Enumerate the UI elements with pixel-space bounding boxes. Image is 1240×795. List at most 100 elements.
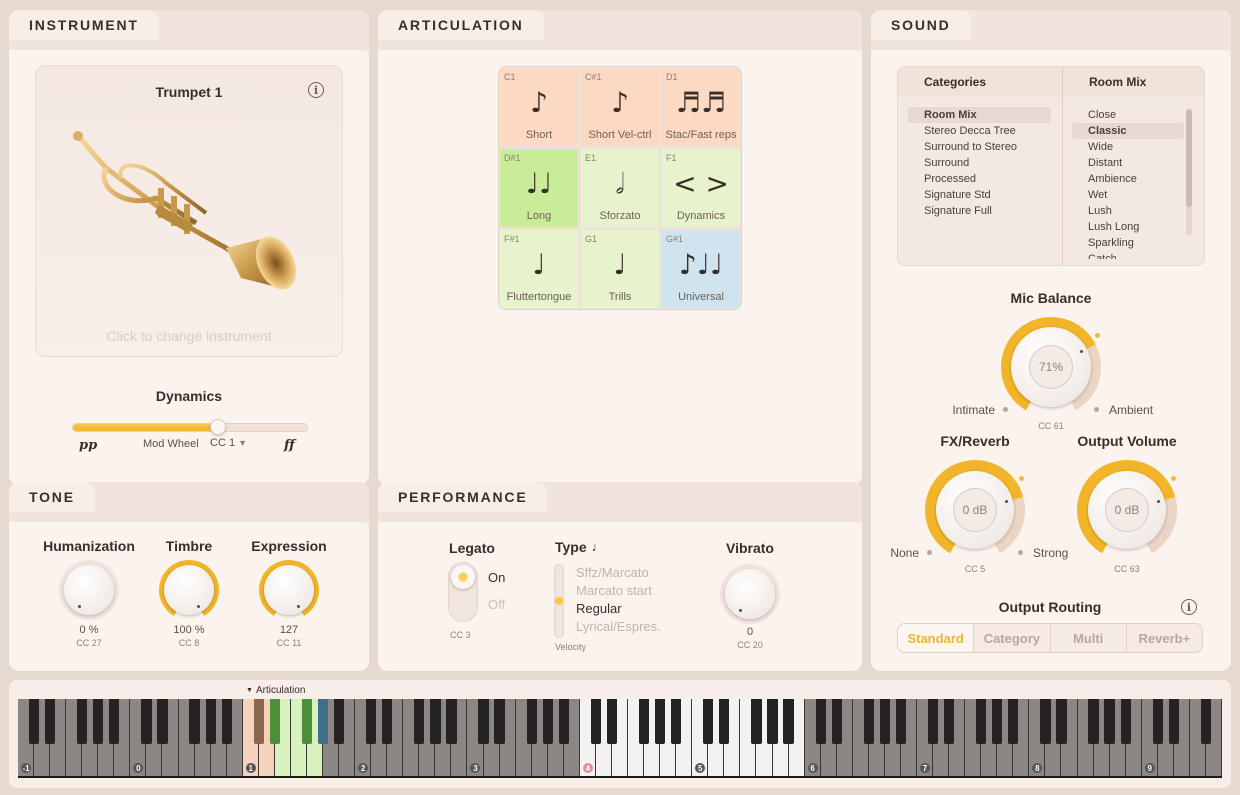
- black-key[interactable]: [1152, 699, 1163, 744]
- black-key[interactable]: [654, 699, 666, 744]
- tone-knob[interactable]: [259, 560, 319, 620]
- black-key[interactable]: [93, 699, 104, 744]
- room-mix-item[interactable]: Lush: [1072, 203, 1184, 219]
- category-item[interactable]: Processed: [908, 171, 1051, 187]
- change-instrument-hint[interactable]: Click to change instrument: [36, 328, 342, 344]
- dynamics-slider[interactable]: [72, 423, 308, 432]
- black-key[interactable]: [157, 699, 168, 744]
- articulation-cell[interactable]: F#1 ♩ Fluttertongue: [499, 229, 579, 309]
- category-item[interactable]: Room Mix: [908, 107, 1051, 123]
- room-mix-scroll-thumb[interactable]: [1186, 109, 1192, 207]
- black-key[interactable]: [478, 699, 489, 744]
- black-key[interactable]: [44, 699, 56, 744]
- legato-toggle[interactable]: [448, 562, 478, 622]
- articulation-cell[interactable]: F1 < > Dynamics: [661, 148, 741, 228]
- room-mix-item[interactable]: Sparkling: [1072, 235, 1184, 251]
- black-key[interactable]: [1200, 699, 1212, 744]
- black-key[interactable]: [526, 699, 537, 744]
- black-key[interactable]: [703, 699, 714, 744]
- black-key[interactable]: [494, 699, 505, 744]
- info-icon[interactable]: i: [308, 82, 324, 98]
- room-mix-item[interactable]: Catch: [1072, 251, 1184, 259]
- black-key[interactable]: [606, 699, 618, 744]
- black-key[interactable]: [317, 699, 329, 744]
- black-key[interactable]: [1168, 699, 1179, 744]
- black-key[interactable]: [189, 699, 200, 744]
- legato-off-label[interactable]: Off: [488, 597, 505, 612]
- articulation-cell[interactable]: C#1 ♪ Short Vel-ctrl: [580, 67, 660, 147]
- black-key[interactable]: [671, 699, 682, 744]
- black-key[interactable]: [976, 699, 987, 744]
- black-key[interactable]: [430, 699, 441, 744]
- routing-option[interactable]: Reverb+: [1127, 624, 1202, 652]
- piano-keyboard[interactable]: -1 0 1 2 3 4 5 6 7 8 9: [18, 699, 1222, 778]
- room-mix-item[interactable]: Close: [1072, 107, 1184, 123]
- articulation-cell[interactable]: C1 ♪ Short: [499, 67, 579, 147]
- room-mix-item[interactable]: Wide: [1072, 139, 1184, 155]
- black-key[interactable]: [1088, 699, 1099, 744]
- legato-on-label[interactable]: On: [488, 570, 505, 585]
- type-option[interactable]: Marcato start: [576, 582, 661, 600]
- black-key[interactable]: [767, 699, 778, 744]
- black-key[interactable]: [1104, 699, 1115, 744]
- routing-option[interactable]: Standard: [898, 624, 975, 652]
- category-item[interactable]: Signature Full: [908, 203, 1051, 219]
- black-key[interactable]: [382, 699, 393, 744]
- articulation-cell[interactable]: D#1 ♩♩ Long: [499, 148, 579, 228]
- black-key[interactable]: [863, 699, 874, 744]
- black-key[interactable]: [141, 699, 152, 744]
- type-option[interactable]: Lyrical/Espres.: [576, 618, 661, 636]
- articulation-cell[interactable]: E1 𝅗𝅥 Sforzato: [580, 148, 660, 228]
- black-key[interactable]: [205, 699, 216, 744]
- room-mix-item[interactable]: Ambience: [1072, 171, 1184, 187]
- routing-option[interactable]: Category: [974, 624, 1051, 652]
- black-key[interactable]: [414, 699, 425, 744]
- tone-knob[interactable]: [159, 560, 219, 620]
- black-key[interactable]: [333, 699, 345, 744]
- black-key[interactable]: [366, 699, 377, 744]
- room-mix-item[interactable]: Wet: [1072, 187, 1184, 203]
- room-mix-item[interactable]: Distant: [1072, 155, 1184, 171]
- category-item[interactable]: Surround: [908, 155, 1051, 171]
- articulation-cell[interactable]: G1 ♩ Trills: [580, 229, 660, 309]
- type-option[interactable]: Regular: [576, 600, 661, 618]
- black-key[interactable]: [1040, 699, 1051, 744]
- black-key[interactable]: [638, 699, 650, 744]
- black-key[interactable]: [77, 699, 88, 744]
- black-key[interactable]: [783, 699, 794, 744]
- black-key[interactable]: [927, 699, 939, 744]
- black-key[interactable]: [1056, 699, 1067, 744]
- tone-knob[interactable]: [59, 560, 119, 620]
- routing-info-icon[interactable]: i: [1181, 599, 1197, 615]
- vibrato-knob[interactable]: [720, 564, 780, 624]
- room-mix-item[interactable]: Lush Long: [1072, 219, 1184, 235]
- black-key[interactable]: [590, 699, 602, 744]
- black-key[interactable]: [879, 699, 890, 744]
- room-mix-item[interactable]: Classic: [1072, 123, 1184, 139]
- articulation-cell[interactable]: G#1 ♪♩♩ Universal: [661, 229, 741, 309]
- type-slider-thumb[interactable]: [555, 597, 563, 605]
- instrument-selector[interactable]: Trumpet 1 i Click to change instrument: [35, 65, 343, 357]
- black-key[interactable]: [1008, 699, 1019, 744]
- category-item[interactable]: Signature Std: [908, 187, 1051, 203]
- articulation-cell[interactable]: D1 ♬♬ Stac/Fast reps: [661, 67, 741, 147]
- black-key[interactable]: [269, 699, 280, 744]
- category-item[interactable]: Stereo Decca Tree: [908, 123, 1051, 139]
- black-key[interactable]: [719, 699, 730, 744]
- black-key[interactable]: [1120, 699, 1131, 744]
- dynamics-cc-dropdown[interactable]: CC 1 ▼: [210, 437, 247, 449]
- black-key[interactable]: [221, 699, 232, 744]
- category-item[interactable]: Surround to Stereo: [908, 139, 1051, 155]
- black-key[interactable]: [446, 699, 457, 744]
- black-key[interactable]: [751, 699, 762, 744]
- black-key[interactable]: [815, 699, 826, 744]
- black-key[interactable]: [301, 699, 313, 744]
- black-key[interactable]: [943, 699, 955, 744]
- type-option[interactable]: Sffz/Marcato: [576, 564, 661, 582]
- black-key[interactable]: [109, 699, 120, 744]
- routing-option[interactable]: Multi: [1051, 624, 1127, 652]
- black-key[interactable]: [253, 699, 264, 744]
- type-slider[interactable]: [554, 564, 564, 638]
- room-mix-scrollbar[interactable]: [1186, 109, 1192, 235]
- black-key[interactable]: [542, 699, 553, 744]
